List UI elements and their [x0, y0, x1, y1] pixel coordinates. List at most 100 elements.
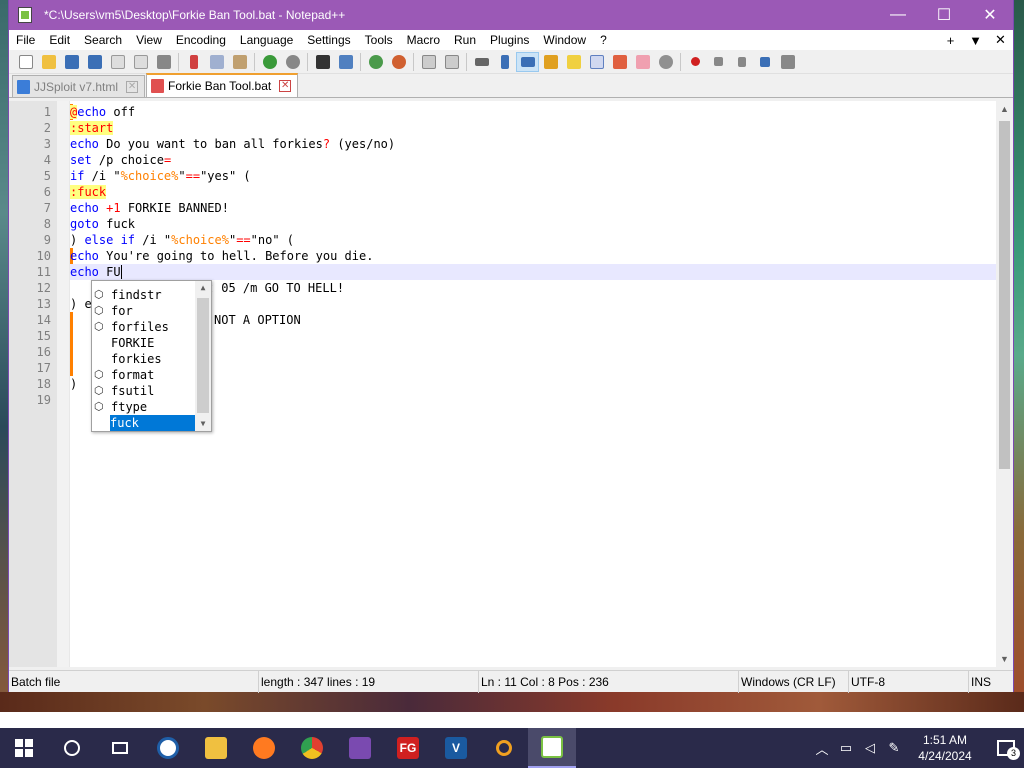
menu-window[interactable]: Window	[536, 33, 593, 47]
function-list-icon[interactable]	[562, 52, 585, 72]
autocomplete-item[interactable]: ⬡ ftype	[92, 399, 211, 415]
autocomplete-item[interactable]: ⬡ for	[92, 303, 211, 319]
menu-tools[interactable]: Tools	[358, 33, 400, 47]
tab-list-button[interactable]: ▼	[963, 33, 988, 48]
volume-muted-icon[interactable]: ◁	[858, 740, 882, 756]
show-all-chars-icon[interactable]	[493, 52, 516, 72]
cut-icon[interactable]	[182, 52, 205, 72]
network-icon[interactable]: ▭	[834, 740, 858, 756]
taskbar: FG V ︿ ▭ ◁ ✎ 1:51 AM 4/24/2024 3	[0, 728, 1024, 768]
minimize-button[interactable]: —	[875, 0, 921, 30]
taskbar-app-visual-studio[interactable]	[336, 728, 384, 768]
close-tab-button[interactable]: ✕	[988, 32, 1013, 48]
autocomplete-item[interactable]: ⬡ forfiles	[92, 319, 211, 335]
fold-margin[interactable]	[57, 101, 70, 667]
task-view-button[interactable]	[96, 728, 144, 768]
menu-encoding[interactable]: Encoding	[169, 33, 233, 47]
autocomplete-item[interactable]: ⬡ fsutil	[92, 383, 211, 399]
scrollbar-thumb[interactable]	[197, 298, 209, 413]
menu-help[interactable]: ?	[593, 33, 614, 47]
title-bar[interactable]: *C:\Users\vm5\Desktop\Forkie Ban Tool.ba…	[9, 0, 1013, 30]
undo-icon[interactable]	[258, 52, 281, 72]
zoom-in-icon[interactable]	[364, 52, 387, 72]
doc-map-icon[interactable]	[585, 52, 608, 72]
scroll-up-icon[interactable]: ▲	[195, 281, 211, 295]
save-icon[interactable]	[60, 52, 83, 72]
run-macro-multiple-icon[interactable]	[753, 52, 776, 72]
save-macro-icon[interactable]	[776, 52, 799, 72]
sync-vertical-icon[interactable]	[417, 52, 440, 72]
close-file-icon[interactable]	[106, 52, 129, 72]
scrollbar-thumb[interactable]	[999, 121, 1010, 469]
close-all-icon[interactable]	[129, 52, 152, 72]
scroll-down-icon[interactable]: ▼	[996, 651, 1013, 667]
line-number: 1	[43, 105, 51, 119]
indent-guide-icon[interactable]	[516, 51, 539, 72]
stop-macro-icon[interactable]	[707, 52, 730, 72]
chevron-up-icon[interactable]: ︿	[810, 739, 834, 758]
menu-settings[interactable]: Settings	[300, 33, 357, 47]
vertical-scrollbar[interactable]: ▲ ▼	[996, 101, 1013, 667]
pen-icon[interactable]: ✎	[882, 740, 906, 756]
replace-icon[interactable]	[334, 52, 357, 72]
menu-edit[interactable]: Edit	[42, 33, 77, 47]
taskbar-app-chrome[interactable]	[288, 728, 336, 768]
search-button[interactable]	[48, 728, 96, 768]
print-icon[interactable]	[152, 52, 175, 72]
taskbar-app-firefox[interactable]	[240, 728, 288, 768]
save-all-icon[interactable]	[83, 52, 106, 72]
menu-search[interactable]: Search	[77, 33, 129, 47]
sync-horizontal-icon[interactable]	[440, 52, 463, 72]
function-cube-icon: ⬡	[94, 288, 104, 301]
notification-count: 3	[1007, 747, 1020, 760]
monitor-icon[interactable]	[654, 52, 677, 72]
paste-icon[interactable]	[228, 52, 251, 72]
scroll-down-icon[interactable]: ▼	[195, 417, 211, 431]
menu-language[interactable]: Language	[233, 33, 300, 47]
start-button[interactable]	[0, 728, 48, 768]
udl-icon[interactable]	[539, 52, 562, 72]
taskbar-app-notepadpp[interactable]	[528, 728, 576, 768]
autocomplete-item[interactable]: ⬡ format	[92, 367, 211, 383]
open-file-icon[interactable]	[37, 52, 60, 72]
close-button[interactable]: ✕	[967, 0, 1013, 30]
maximize-button[interactable]: ☐	[921, 0, 967, 30]
folder-workspace-icon[interactable]	[631, 52, 654, 72]
redo-icon[interactable]	[281, 52, 304, 72]
taskbar-app-obama[interactable]	[144, 728, 192, 768]
play-macro-icon[interactable]	[730, 52, 753, 72]
desktop-strip	[0, 712, 1024, 728]
menu-view[interactable]: View	[129, 33, 169, 47]
menu-plugins[interactable]: Plugins	[483, 33, 536, 47]
taskbar-app-file-explorer[interactable]	[192, 728, 240, 768]
autocomplete-item[interactable]: ⬡ findstr	[92, 287, 211, 303]
menu-file[interactable]: File	[9, 33, 42, 47]
notification-button[interactable]: 3	[988, 728, 1024, 768]
find-icon[interactable]	[311, 52, 334, 72]
taskbar-app-fg[interactable]: FG	[384, 728, 432, 768]
tab-forkie-ban-tool[interactable]: Forkie Ban Tool.bat ✕	[146, 73, 299, 97]
new-tab-button[interactable]: +	[938, 33, 963, 48]
code-line: ) else if /i "%choice%"=="no" (	[70, 233, 294, 247]
taskbar-app-search[interactable]	[480, 728, 528, 768]
tab-close-icon[interactable]: ✕	[126, 80, 139, 93]
copy-icon[interactable]	[205, 52, 228, 72]
autocomplete-item[interactable]: forkies	[92, 351, 211, 367]
menu-run[interactable]: Run	[447, 33, 483, 47]
autocomplete-popup: ⬡ findstr ⬡ for ⬡ forfiles FORKIE forkies ⬡ forma…	[91, 280, 212, 432]
autocomplete-item[interactable]: FORKIE	[92, 335, 211, 351]
clock[interactable]: 1:51 AM 4/24/2024	[912, 732, 978, 764]
scroll-up-icon[interactable]: ▲	[996, 101, 1013, 117]
new-file-icon[interactable]	[14, 52, 37, 72]
doc-list-icon[interactable]	[608, 52, 631, 72]
zoom-out-icon[interactable]	[387, 52, 410, 72]
autocomplete-scrollbar[interactable]: ▲ ▼	[195, 281, 211, 431]
word-wrap-icon[interactable]	[470, 52, 493, 72]
taskbar-app-v[interactable]: V	[432, 728, 480, 768]
tab-close-icon[interactable]: ✕	[279, 80, 292, 92]
autocomplete-label: for	[111, 304, 133, 318]
system-tray: ︿ ▭ ◁ ✎ 1:51 AM 4/24/2024 3	[810, 728, 1024, 768]
record-macro-icon[interactable]	[684, 52, 707, 72]
menu-macro[interactable]: Macro	[400, 33, 447, 47]
tab-jjsploit[interactable]: JJSploit v7.html ✕	[12, 75, 146, 97]
